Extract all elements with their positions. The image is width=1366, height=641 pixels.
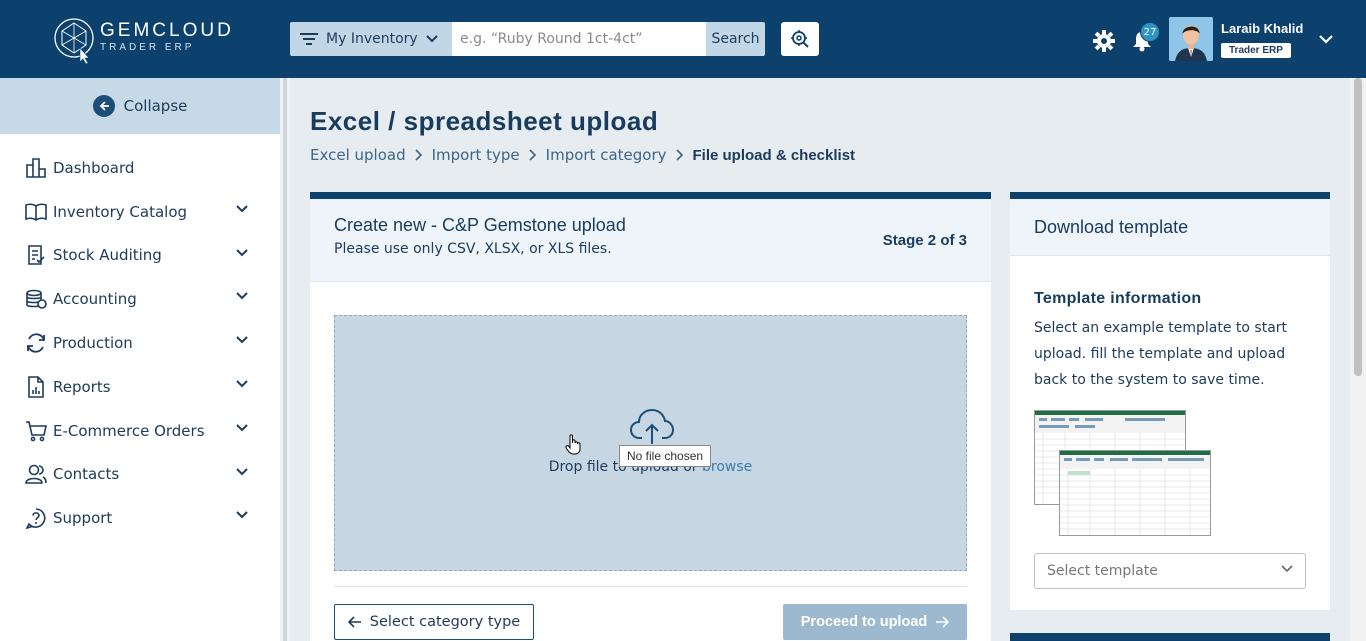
chevron-down-icon[interactable] (1318, 34, 1334, 44)
sidebar-item-label: Stock Auditing (53, 246, 162, 265)
page-title: Excel / spreadsheet upload (310, 106, 659, 136)
breadcrumb-import-category[interactable]: Import category (546, 146, 667, 164)
template-info-title: Template information (1034, 290, 1202, 307)
sidebar-item-reports[interactable]: Reports (0, 365, 280, 409)
back-button-label: Select category type (369, 614, 521, 630)
chevron-right-icon (415, 149, 422, 161)
upload-card: Create new - C&P Gemstone upload Please … (310, 192, 991, 641)
chevron-down-icon (236, 511, 248, 519)
proceed-to-upload-button[interactable]: Proceed to upload (783, 604, 967, 640)
sidebar-item-label: Reports (53, 377, 111, 396)
sidebar-item-label: Dashboard (53, 158, 135, 177)
sidebar-item-label: Production (53, 334, 133, 353)
chevron-down-icon (236, 292, 248, 300)
breadcrumb-excel-upload[interactable]: Excel upload (310, 146, 406, 164)
template-select[interactable]: Select template (1034, 553, 1306, 589)
notification-badge: 27 (1140, 22, 1160, 42)
collapse-button[interactable]: Collapse (0, 78, 280, 134)
template-card-title: Download template (1010, 199, 1330, 256)
filter-label: My Inventory (326, 31, 418, 47)
dashboard-icon (24, 156, 48, 180)
hand-cursor-icon (565, 434, 581, 455)
filter-icon (300, 33, 318, 45)
template-select-value: Select template (1047, 563, 1158, 579)
user-avatar-icon (1169, 17, 1213, 61)
sidebar-item-production[interactable]: Production (0, 321, 280, 365)
chevron-down-icon (236, 380, 248, 388)
chevron-down-icon (236, 336, 248, 344)
sidebar-item-support[interactable]: Support (0, 496, 280, 540)
sidebar-item-stock-auditing[interactable]: Stock Auditing (0, 234, 280, 278)
secondary-card (1010, 633, 1330, 641)
upload-card-header: Create new - C&P Gemstone upload Please … (310, 199, 991, 282)
sidebar-resizer[interactable] (280, 78, 290, 641)
sidebar-item-inventory-catalog[interactable]: Inventory Catalog (0, 190, 280, 234)
chevron-down-icon (236, 424, 248, 432)
sidebar-item-dashboard[interactable]: Dashboard (0, 146, 280, 190)
advanced-search-button[interactable] (781, 22, 819, 56)
upload-card-title: Create new - C&P Gemstone upload (334, 215, 626, 235)
sidebar-item-e-commerce-orders[interactable]: E-Commerce Orders (0, 409, 280, 453)
search-button[interactable]: Search (706, 22, 765, 56)
arrow-left-icon (347, 616, 361, 628)
gemcloud-logo[interactable]: GEMCLOUD TRADER ERP (52, 14, 242, 65)
search-settings-icon (791, 30, 809, 48)
user-role-badge: Trader ERP (1221, 43, 1291, 58)
brand-tagline: TRADER ERP (100, 42, 195, 53)
template-card: Download template Template information S… (1010, 192, 1330, 610)
arrow-right-icon (936, 616, 950, 628)
users-icon (24, 462, 48, 486)
scrollbar-thumb[interactable] (1354, 78, 1362, 376)
book-icon (24, 200, 48, 224)
help-icon (24, 506, 48, 530)
avatar[interactable] (1169, 17, 1213, 61)
template-info-text: Select an example template to start uplo… (1034, 320, 1288, 388)
sidebar-nav: Dashboard Inventory Catalog Stock Auditi… (0, 134, 280, 540)
upload-card-subtitle: Please use only CSV, XLSX, or XLS files. (334, 241, 612, 257)
breadcrumb-current: File upload & checklist (692, 146, 856, 164)
sidebar-item-label: Contacts (53, 465, 120, 484)
file-tooltip: No file chosen (619, 445, 712, 467)
next-button-label: Proceed to upload (800, 614, 928, 630)
search-bar: My Inventory Search (290, 22, 765, 56)
chevron-right-icon (529, 149, 536, 161)
collapse-label: Collapse (123, 97, 188, 115)
stage-indicator: Stage 2 of 3 (882, 232, 967, 249)
chevron-down-icon (236, 248, 248, 257)
report-icon (24, 375, 48, 399)
chevron-down-icon (236, 467, 248, 475)
cloud-upload-icon (630, 408, 674, 444)
refresh-icon (24, 331, 48, 355)
sidebar-item-contacts[interactable]: Contacts (0, 453, 280, 497)
chevron-down-icon (236, 205, 248, 213)
spreadsheet-preview-image (1059, 450, 1211, 536)
chevron-down-icon (1281, 565, 1293, 573)
top-bar: GEMCLOUD TRADER ERP My Inventory Search (0, 0, 1366, 78)
sidebar: Collapse Dashboard Inventory Catalog Sto… (0, 78, 280, 641)
brand-name: GEMCLOUD (100, 20, 234, 41)
inventory-filter-dropdown[interactable]: My Inventory (290, 22, 452, 56)
sidebar-item-label: Support (53, 509, 113, 528)
chevron-right-icon (675, 149, 683, 161)
breadcrumb-import-type[interactable]: Import type (432, 146, 520, 164)
sidebar-item-label: Accounting (53, 290, 137, 309)
audit-icon (24, 243, 48, 267)
gear-icon[interactable] (1093, 30, 1115, 52)
sidebar-item-label: Inventory Catalog (53, 202, 188, 221)
search-input[interactable] (452, 22, 706, 56)
coins-icon (24, 287, 48, 311)
select-category-type-button[interactable]: Select category type (334, 604, 534, 640)
page-scrollbar[interactable] (1350, 78, 1366, 641)
gem-logo-icon (54, 18, 94, 65)
sidebar-item-label: E-Commerce Orders (53, 421, 205, 440)
cart-icon (24, 419, 48, 443)
chevron-down-icon (425, 35, 438, 43)
card-divider (334, 586, 967, 587)
breadcrumb: Excel upload Import type Import category… (310, 146, 855, 164)
sidebar-item-accounting[interactable]: Accounting (0, 277, 280, 321)
file-dropzone[interactable]: Drop file to upload or browse No file ch… (334, 315, 967, 571)
user-name: Laraib Khalid (1221, 21, 1304, 36)
arrow-left-icon (92, 95, 115, 117)
